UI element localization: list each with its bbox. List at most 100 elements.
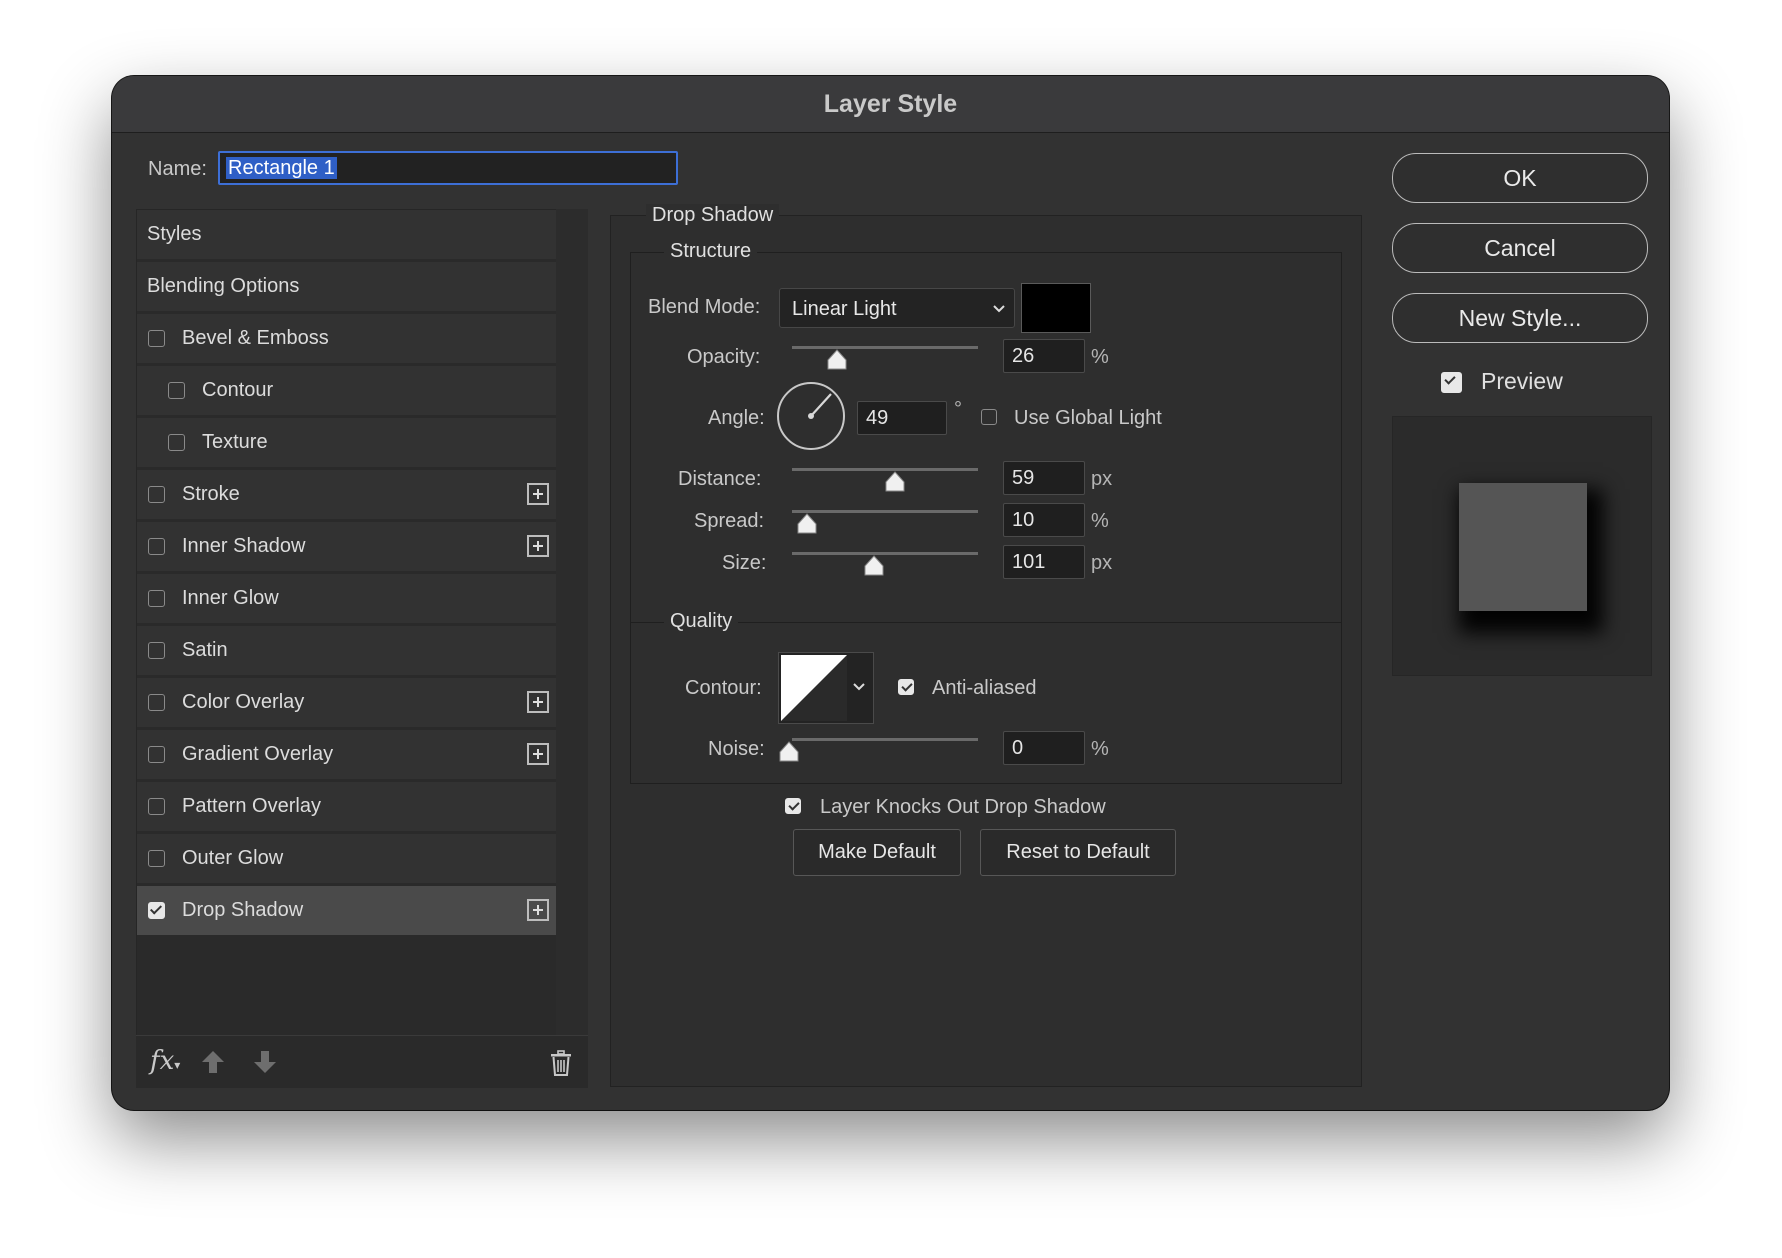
style-item-stroke[interactable]: Stroke bbox=[137, 470, 557, 521]
style-item-label: Inner Glow bbox=[182, 587, 279, 609]
size-input[interactable]: 101 bbox=[1003, 545, 1085, 579]
cancel-button[interactable]: Cancel bbox=[1392, 223, 1648, 273]
style-item-drop-shadow[interactable]: Drop Shadow bbox=[137, 886, 557, 937]
add-instance-icon[interactable] bbox=[527, 691, 549, 713]
size-slider-track[interactable] bbox=[792, 552, 978, 555]
size-unit: px bbox=[1091, 552, 1113, 574]
style-item-checkbox[interactable] bbox=[148, 850, 165, 867]
style-item-satin[interactable]: Satin bbox=[137, 626, 557, 677]
layer-style-dialog: Layer Style Name: Rectangle 1 Styles Blen… bbox=[112, 76, 1669, 1110]
use-global-light-label: Use Global Light bbox=[1014, 407, 1162, 429]
fx-label: fx bbox=[150, 1046, 175, 1076]
style-item-color-overlay[interactable]: Color Overlay bbox=[137, 678, 557, 729]
angle-label: Angle: bbox=[708, 407, 765, 429]
style-list-footer: fx▾ bbox=[136, 1035, 588, 1088]
noise-slider-thumb[interactable] bbox=[778, 741, 800, 768]
blend-mode-label: Blend Mode: bbox=[648, 296, 761, 318]
spread-input[interactable]: 10 bbox=[1003, 503, 1085, 537]
style-item-contour[interactable]: Contour bbox=[137, 366, 557, 417]
style-item-checkbox[interactable] bbox=[148, 798, 165, 815]
opacity-input[interactable]: 26 bbox=[1003, 339, 1085, 373]
style-item-styles[interactable]: Styles bbox=[137, 210, 557, 261]
style-item-checkbox[interactable] bbox=[148, 486, 165, 503]
trash-icon[interactable] bbox=[550, 1050, 572, 1081]
spread-slider-thumb[interactable] bbox=[796, 513, 818, 540]
spread-label: Spread: bbox=[694, 510, 765, 532]
style-item-checkbox[interactable] bbox=[148, 902, 165, 919]
chevron-down-icon bbox=[853, 683, 865, 691]
style-item-checkbox[interactable] bbox=[148, 538, 165, 555]
add-instance-icon[interactable] bbox=[527, 899, 549, 921]
new-style-button[interactable]: New Style... bbox=[1392, 293, 1648, 343]
distance-input[interactable]: 59 bbox=[1003, 461, 1085, 495]
name-input[interactable]: Rectangle 1 bbox=[218, 151, 678, 185]
spread-unit: % bbox=[1091, 510, 1109, 532]
style-item-label: Pattern Overlay bbox=[182, 795, 321, 817]
contour-picker[interactable] bbox=[778, 652, 874, 724]
style-list-scrollbar[interactable] bbox=[556, 209, 588, 1035]
move-down-icon[interactable] bbox=[252, 1050, 278, 1079]
style-item-label: Outer Glow bbox=[182, 847, 284, 869]
style-item-outer-glow[interactable]: Outer Glow bbox=[137, 834, 557, 885]
opacity-slider-track[interactable] bbox=[792, 346, 978, 349]
style-item-checkbox[interactable] bbox=[148, 330, 165, 347]
blend-mode-select[interactable]: Linear Light bbox=[779, 288, 1015, 328]
make-default-button[interactable]: Make Default bbox=[793, 829, 961, 876]
add-instance-icon[interactable] bbox=[527, 535, 549, 557]
angle-unit: ° bbox=[954, 398, 962, 420]
add-instance-icon[interactable] bbox=[527, 483, 549, 505]
style-item-inner-shadow[interactable]: Inner Shadow bbox=[137, 522, 557, 573]
style-item-checkbox[interactable] bbox=[148, 590, 165, 607]
style-item-label: Stroke bbox=[182, 483, 240, 505]
angle-input[interactable]: 49 bbox=[857, 401, 947, 435]
reset-to-default-button[interactable]: Reset to Default bbox=[980, 829, 1176, 876]
preview-label: Preview bbox=[1481, 368, 1563, 394]
noise-label: Noise: bbox=[708, 738, 765, 760]
style-item-checkbox[interactable] bbox=[148, 746, 165, 763]
style-item-label: Contour bbox=[202, 379, 274, 401]
use-global-light-checkbox[interactable] bbox=[981, 409, 997, 425]
noise-slider-track[interactable] bbox=[792, 738, 978, 741]
style-item-gradient-overlay[interactable]: Gradient Overlay bbox=[137, 730, 557, 781]
style-list: Styles Blending Options Bevel & Emboss Cont… bbox=[136, 209, 558, 1037]
preview-checkbox[interactable] bbox=[1441, 372, 1462, 393]
style-item-texture[interactable]: Texture bbox=[137, 418, 557, 469]
style-item-bevel-emboss[interactable]: Bevel & Emboss bbox=[137, 314, 557, 365]
add-instance-icon[interactable] bbox=[527, 743, 549, 765]
noise-input[interactable]: 0 bbox=[1003, 731, 1085, 765]
style-item-label: Bevel & Emboss bbox=[182, 327, 329, 349]
spread-slider-track[interactable] bbox=[792, 510, 978, 513]
style-item-blending-options[interactable]: Blending Options bbox=[137, 262, 557, 313]
angle-dial[interactable] bbox=[777, 382, 845, 450]
fx-button[interactable]: fx▾ bbox=[150, 1046, 180, 1076]
style-item-pattern-overlay[interactable]: Pattern Overlay bbox=[137, 782, 557, 833]
style-item-label: Texture bbox=[202, 431, 268, 453]
style-item-label: Gradient Overlay bbox=[182, 743, 334, 765]
structure-title: Structure bbox=[664, 240, 758, 263]
size-slider-thumb[interactable] bbox=[863, 555, 885, 582]
style-item-label: Blending Options bbox=[147, 275, 300, 297]
blend-mode-value: Linear Light bbox=[792, 298, 897, 320]
opacity-slider-thumb[interactable] bbox=[826, 349, 848, 376]
name-input-value: Rectangle 1 bbox=[226, 157, 337, 179]
drop-shadow-title: Drop Shadow bbox=[646, 204, 780, 227]
style-item-checkbox[interactable] bbox=[148, 694, 165, 711]
style-item-checkbox[interactable] bbox=[168, 434, 185, 451]
style-item-checkbox[interactable] bbox=[168, 382, 185, 399]
style-item-checkbox[interactable] bbox=[148, 642, 165, 659]
quality-title: Quality bbox=[664, 610, 739, 633]
ok-button[interactable]: OK bbox=[1392, 153, 1648, 203]
shadow-color-swatch[interactable] bbox=[1021, 283, 1091, 333]
distance-label: Distance: bbox=[678, 468, 762, 490]
move-up-icon[interactable] bbox=[200, 1050, 226, 1079]
opacity-label: Opacity: bbox=[687, 346, 761, 368]
dialog-title: Layer Style bbox=[112, 76, 1669, 133]
distance-slider-thumb[interactable] bbox=[884, 471, 906, 498]
style-item-inner-glow[interactable]: Inner Glow bbox=[137, 574, 557, 625]
style-item-label: Drop Shadow bbox=[182, 899, 304, 921]
name-label: Name: bbox=[148, 158, 207, 180]
anti-aliased-checkbox[interactable] bbox=[898, 679, 914, 695]
opacity-unit: % bbox=[1091, 346, 1109, 368]
style-preview bbox=[1392, 416, 1652, 676]
knockout-checkbox[interactable] bbox=[785, 798, 801, 814]
